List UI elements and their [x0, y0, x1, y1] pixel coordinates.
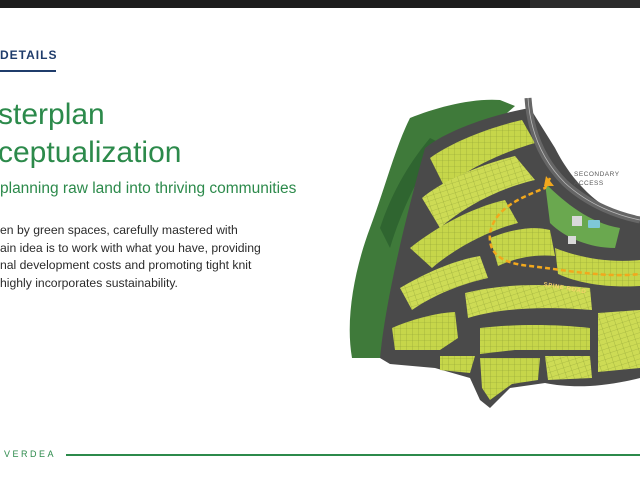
lot-cluster: [440, 356, 475, 373]
lot-cluster: [598, 310, 640, 372]
amenity-pool: [588, 220, 600, 228]
masterplan-map: [349, 97, 640, 408]
top-bar-shade: [530, 0, 640, 8]
amenity-building: [572, 216, 582, 226]
page-subtitle: planning raw land into thriving communit…: [0, 180, 297, 197]
description-paragraph: en by green spaces, carefully mastered w…: [0, 222, 300, 292]
lot-cluster: [480, 325, 590, 354]
footer-brand: VERDEA: [4, 449, 57, 459]
footer-rule: [66, 454, 640, 456]
secondary-access-label: SECONDARY ACCESS: [574, 171, 620, 187]
page-title: sterplan ceptualization: [0, 98, 182, 169]
description-line: highly incorporates sustainability.: [0, 275, 178, 290]
description-line: nal development costs and promoting tigh…: [0, 258, 252, 272]
section-tag: DETAILS: [0, 48, 58, 62]
lot-cluster: [480, 358, 540, 400]
description-line: en by green spaces, carefully mastered w…: [0, 223, 238, 237]
section-tag-underline: [0, 70, 56, 72]
description-line: ain idea is to work with what you have, …: [0, 240, 261, 255]
amenity-building: [568, 236, 576, 244]
lot-cluster: [545, 356, 592, 380]
window-top-bar: [0, 0, 640, 8]
